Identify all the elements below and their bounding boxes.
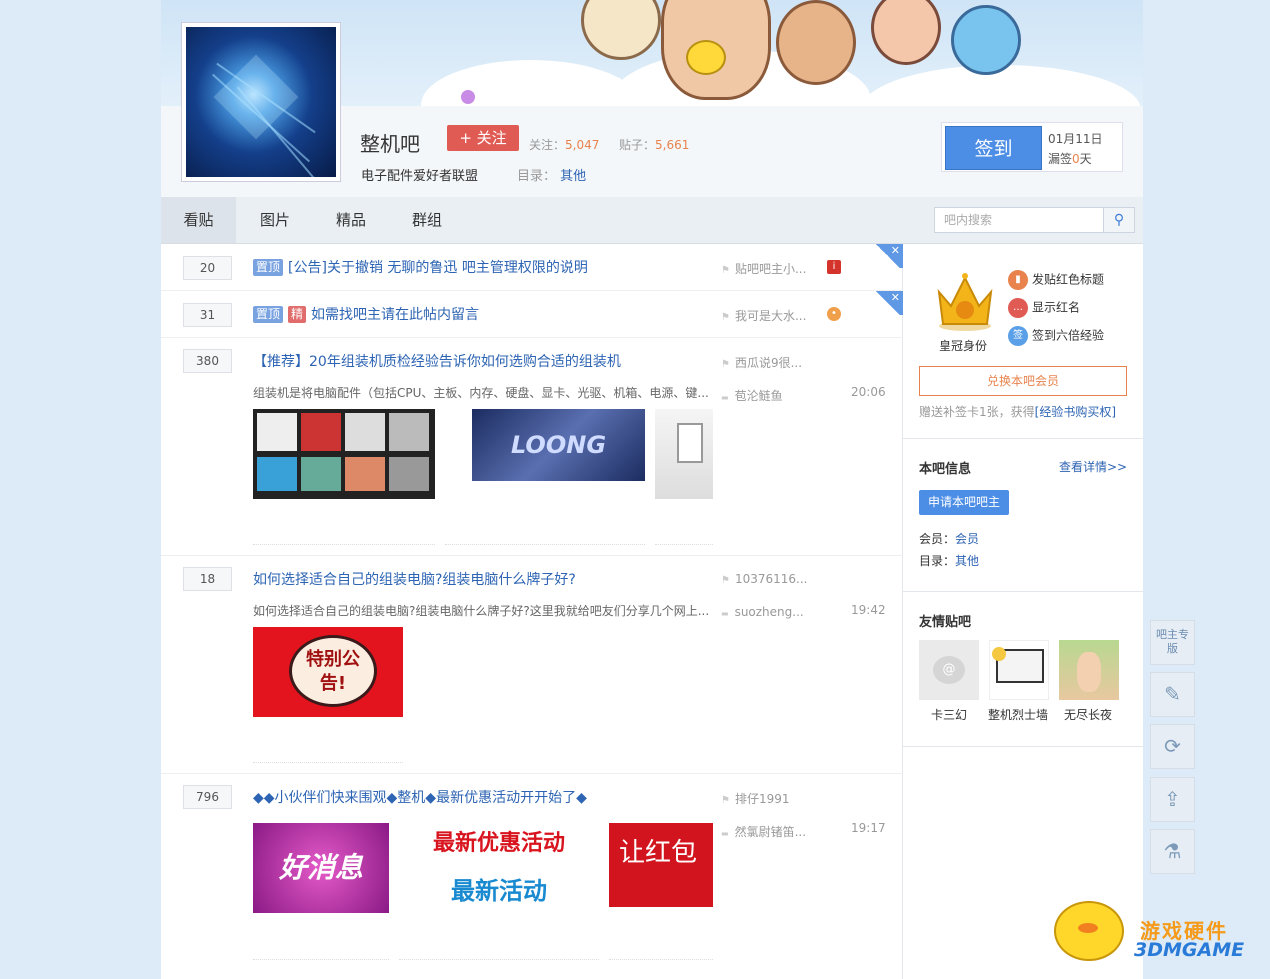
thread-time: 19:42 [851, 603, 886, 617]
tab-posts[interactable]: 看贴 [161, 197, 236, 243]
friend-forum-avatar[interactable]: @ [919, 640, 979, 700]
crown-icon [937, 273, 993, 331]
thread-title[interactable]: 置顶 [公告]关于撤销 无聊的鲁迅 吧主管理权限的说明 [253, 257, 588, 277]
info-icon: i [827, 260, 841, 274]
friend-forum-avatar[interactable] [989, 640, 1049, 700]
thread-item[interactable]: 380 【推荐】20年组装机质检经验告诉你如何选购合适的组装机 西瓜说9很...… [161, 338, 903, 556]
reply-count: 20 [183, 256, 232, 280]
member-info: 会员：会员 [919, 532, 980, 546]
sign-date: 01月11日 [1048, 132, 1103, 146]
pinned-badge: 置顶 [253, 306, 284, 323]
watermark-logo: 游戏硬件 3DMGAME [1048, 893, 1263, 973]
last-replier[interactable]: 苞沦鲢鱼 [721, 387, 783, 404]
thread-image[interactable] [655, 409, 713, 499]
close-icon[interactable]: ✕ [873, 291, 903, 315]
view-details-link[interactable]: 查看详情>> [1059, 458, 1127, 475]
thread-time: 20:06 [851, 385, 886, 399]
thread-abstract: 组装机是将电脑配件（包括CPU、主板、内存、硬盘、显卡、光驱、机箱、电源、键..… [253, 386, 709, 400]
thread-image[interactable]: 让红包 [609, 823, 713, 907]
thread-item[interactable]: 18 如何选择适合自己的组装电脑?组装电脑什么牌子好? 10376116... … [161, 556, 903, 774]
sign-in-button[interactable]: 签到 [945, 126, 1042, 170]
thread-abstract: 如何选择适合自己的组装电脑?组装电脑什么牌子好?这里我就给吧友们分享几个网上..… [253, 604, 710, 618]
forum-name: 整机吧 [360, 132, 420, 156]
thread-title[interactable]: ◆◆小伙伴们快来围观◆整机◆最新优惠活动开开始了◆ [253, 787, 587, 807]
thread-image[interactable]: 好消息 [253, 823, 389, 913]
reply-count: 796 [183, 785, 232, 809]
sign-in-info: 01月11日 漏签0天 [1048, 129, 1103, 169]
thread-author[interactable]: 10376116... [721, 572, 808, 586]
member-link[interactable]: 会员 [955, 532, 979, 546]
thread-author[interactable]: 西瓜说9很... [721, 354, 802, 371]
crown-label: 皇冠身份 [939, 339, 988, 353]
perk-red-title: ▮ 发贴红色标题 [1008, 270, 1104, 290]
follow-button[interactable]: + 关注 [447, 125, 519, 151]
bookmark-icon: ▮ [1008, 270, 1028, 290]
tab-pictures[interactable]: 图片 [237, 197, 313, 243]
posts-count: 5,661 [655, 138, 690, 152]
sidebar: 皇冠身份 ▮ 发贴红色标题 … 显示红名 签签到六倍经验 兑换本吧会员 赠送补签卡1… [903, 244, 1143, 979]
thread-title[interactable]: 置顶精如需找吧主请在此帖内留言 [253, 304, 479, 324]
directory-link[interactable]: 其他 [955, 554, 979, 568]
thread-image[interactable]: 最新优惠活动 最新活动 [399, 823, 599, 913]
forum-avatar-image [186, 27, 336, 177]
followers-stat: 关注：5,047 [529, 138, 600, 152]
followers-count: 5,047 [565, 138, 600, 152]
friend-forum-name[interactable]: 无尽长夜 [1064, 706, 1112, 723]
thread-item[interactable]: 20 置顶[公告]关于撤销 无聊的鲁迅 吧主管理权限的说明 贴吧吧主小... i… [161, 244, 903, 291]
admin-panel-button[interactable]: 吧主专版 [1150, 620, 1195, 665]
directory-link[interactable]: 其他 [560, 169, 586, 184]
forum-avatar[interactable] [181, 22, 341, 182]
friend-forum-name[interactable]: 整机烈士墙 [988, 706, 1048, 723]
friend-forum-name[interactable]: 卡三幻 [931, 706, 967, 723]
pinned-badge: 置顶 [253, 259, 284, 276]
tab-featured[interactable]: 精品 [313, 197, 389, 243]
thread-image[interactable]: 特别公告! [253, 627, 403, 717]
gift-text: 赠送补签卡1张，获得[经验书购买权] [919, 405, 1117, 419]
reply-count: 18 [183, 567, 232, 591]
chat-icon: … [1008, 298, 1028, 318]
friend-forums-title: 友情贴吧 [919, 615, 972, 630]
missed-days: 漏签0天 [1048, 152, 1092, 166]
thread-title[interactable]: 【推荐】20年组装机质检经验告诉你如何选购合适的组装机 [253, 351, 621, 371]
search-icon: ⚲ [1113, 212, 1125, 228]
perk-sign-exp: 签签到六倍经验 [1008, 326, 1104, 346]
game-icon: • [827, 307, 841, 321]
apply-admin-button[interactable]: 申请本吧吧主 [919, 490, 1009, 515]
thread-title[interactable]: 如何选择适合自己的组装电脑?组装电脑什么牌子好? [253, 569, 576, 589]
posts-stat: 贴子：5,661 [619, 138, 690, 152]
thread-author[interactable]: 贴吧吧主小... [721, 260, 806, 277]
thread-author[interactable]: 我可是大水... [721, 307, 806, 324]
thread-item[interactable]: 796 ◆◆小伙伴们快来围观◆整机◆最新优惠活动开开始了◆ 排仔1991 然氯尉… [161, 774, 903, 979]
search-button[interactable]: ⚲ [1103, 207, 1135, 233]
thread-author[interactable]: 排仔1991 [721, 790, 790, 807]
forum-search-input[interactable]: 吧内搜索 [934, 207, 1104, 233]
sign-icon: 签 [1008, 326, 1028, 346]
thread-list: 20 置顶[公告]关于撤销 无聊的鲁迅 吧主管理权限的说明 贴吧吧主小... i… [161, 244, 903, 979]
perk-red-name: … 显示红名 [1008, 298, 1080, 318]
friend-forum-avatar[interactable] [1059, 640, 1119, 700]
reply-count: 31 [183, 303, 232, 327]
forum-slogan: 电子配件爱好者联盟 [361, 169, 479, 184]
lab-icon[interactable]: ⚗ [1150, 829, 1195, 874]
directory-info: 目录：其他 [919, 554, 980, 568]
thread-image[interactable]: LOONG [472, 409, 645, 481]
thread-image[interactable] [253, 409, 435, 499]
sign-in-box: 签到 01月11日 漏签0天 [941, 122, 1123, 172]
thread-time: 19:17 [851, 821, 886, 835]
refresh-icon[interactable]: ⟳ [1150, 724, 1195, 769]
forum-info-title: 本吧信息 [919, 462, 972, 477]
tab-groups[interactable]: 群组 [389, 197, 465, 243]
exchange-member-button[interactable]: 兑换本吧会员 [919, 366, 1127, 396]
last-replier[interactable]: suozheng... [721, 605, 804, 619]
reply-count: 380 [183, 349, 232, 373]
edit-icon[interactable]: ✎ [1150, 672, 1195, 717]
forum-directory: 目录： 其他 [517, 169, 587, 184]
thread-item[interactable]: 31 置顶精如需找吧主请在此帖内留言 我可是大水... • ✕ [161, 291, 903, 338]
gift-link[interactable]: [经验书购买权] [1035, 405, 1116, 419]
notice-bubble: 特别公告! [289, 635, 377, 707]
last-replier[interactable]: 然氯尉锗笛... [721, 823, 806, 840]
close-icon[interactable]: ✕ [873, 244, 903, 268]
featured-badge: 精 [288, 306, 307, 323]
share-icon[interactable]: ⇪ [1150, 777, 1195, 822]
